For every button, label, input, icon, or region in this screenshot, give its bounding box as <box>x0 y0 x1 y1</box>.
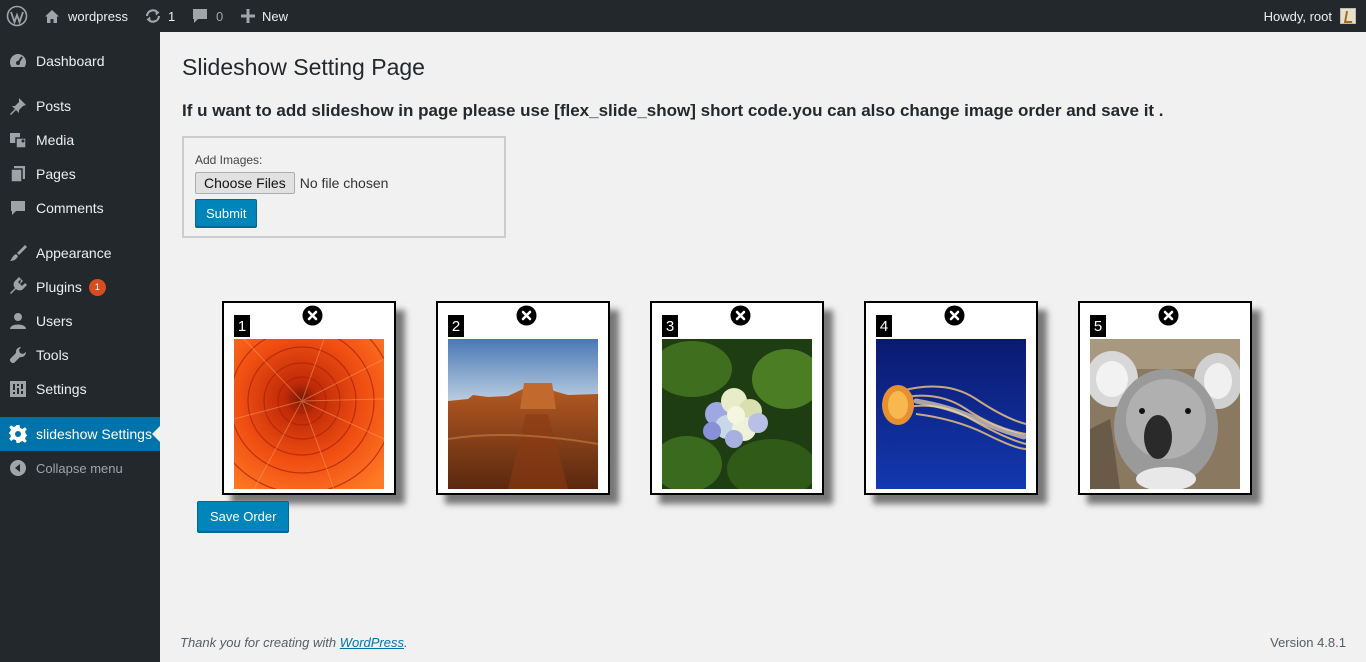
slide-number: 2 <box>448 315 464 337</box>
save-order-button[interactable]: Save Order <box>197 501 290 532</box>
submit-button[interactable]: Submit <box>195 199 258 227</box>
new-content-link[interactable]: New <box>241 0 288 32</box>
pages-icon <box>0 164 36 184</box>
delete-slide-icon[interactable] <box>302 305 323 326</box>
avatar <box>1340 8 1356 24</box>
dashboard-icon <box>0 51 36 71</box>
sidebar-item-label: Appearance <box>36 245 112 261</box>
plus-icon <box>241 9 255 23</box>
sidebar-item-label: Dashboard <box>36 53 105 69</box>
collapse-menu-button[interactable]: Collapse menu <box>0 451 160 485</box>
updates-link[interactable]: 1 <box>144 0 175 32</box>
delete-slide-icon[interactable] <box>516 305 537 326</box>
slide-item[interactable]: 2 <box>436 301 610 495</box>
wordpress-link[interactable]: WordPress <box>340 635 404 650</box>
gear-icon <box>0 424 36 444</box>
main-content: Slideshow Setting Page If u want to add … <box>160 32 1366 662</box>
admin-bar: wordpress 1 0 New Howdy, root <box>0 0 1366 32</box>
sidebar-item-pages[interactable]: Pages <box>0 157 160 191</box>
site-name-label: wordpress <box>68 8 128 24</box>
slide-number: 5 <box>1090 315 1106 337</box>
slide-image-jellyfish <box>876 339 1026 489</box>
no-file-chosen-label: No file chosen <box>299 175 389 191</box>
slide-number: 1 <box>234 315 250 337</box>
slide-item[interactable]: 4 <box>864 301 1038 495</box>
sidebar-item-posts[interactable]: Posts <box>0 89 160 123</box>
slide-item[interactable]: 3 <box>650 301 824 495</box>
slide-image-chrysanthemum <box>234 339 384 489</box>
sidebar-item-label: Pages <box>36 166 76 182</box>
plugin-icon <box>0 277 36 297</box>
new-label: New <box>262 8 289 24</box>
delete-slide-icon[interactable] <box>1158 305 1179 326</box>
plugins-update-badge: 1 <box>88 278 106 296</box>
comments-link[interactable]: 0 <box>192 0 223 32</box>
sidebar-item-users[interactable]: Users <box>0 304 160 338</box>
media-icon <box>0 130 36 150</box>
slide-item[interactable]: 5 <box>1078 301 1252 495</box>
sidebar-item-label: Collapse menu <box>36 460 123 476</box>
my-account-link[interactable]: Howdy, root <box>1264 0 1356 32</box>
sidebar-item-settings[interactable]: Settings <box>0 372 160 406</box>
version-label: Version 4.8.1 <box>1270 635 1346 650</box>
footer-thank-you: Thank you for creating with <box>180 635 340 650</box>
sidebar-item-label: slideshow Settings <box>36 426 152 442</box>
delete-slide-icon[interactable] <box>730 305 751 326</box>
slide-image-desert <box>448 339 598 489</box>
sidebar-item-label: Users <box>36 313 73 329</box>
updates-count: 1 <box>168 8 176 24</box>
collapse-arrow-icon <box>0 459 36 477</box>
upload-form: Add Images: Choose Files No file chosen … <box>182 136 506 238</box>
sidebar-item-comments[interactable]: Comments <box>0 191 160 225</box>
sidebar-item-label: Comments <box>36 200 104 216</box>
sidebar-item-tools[interactable]: Tools <box>0 338 160 372</box>
slide-image-koala <box>1090 339 1240 489</box>
footer-period: . <box>404 635 408 650</box>
howdy-label: Howdy, root <box>1263 8 1332 24</box>
choose-files-button[interactable]: Choose Files <box>195 172 295 194</box>
comments-count: 0 <box>216 8 224 24</box>
slide-number: 4 <box>876 315 892 337</box>
sidebar-item-label: Tools <box>36 347 69 363</box>
delete-slide-icon[interactable] <box>944 305 965 326</box>
admin-sidebar: Dashboard Posts Media Pages Comments App… <box>0 32 160 662</box>
settings-sliders-icon <box>0 379 36 399</box>
sidebar-item-appearance[interactable]: Appearance <box>0 236 160 270</box>
sidebar-item-label: Plugins <box>36 279 82 295</box>
home-icon <box>45 9 59 23</box>
updates-icon <box>145 9 161 23</box>
sidebar-item-dashboard[interactable]: Dashboard <box>0 44 160 78</box>
page-title: Slideshow Setting Page <box>182 54 425 80</box>
file-input: Choose Files No file chosen <box>195 172 388 194</box>
pin-icon <box>0 96 36 116</box>
user-icon <box>0 311 36 331</box>
site-name-link[interactable]: wordpress <box>44 0 128 32</box>
sidebar-item-label: Settings <box>36 381 87 397</box>
comment-icon <box>0 198 36 218</box>
sidebar-item-media[interactable]: Media <box>0 123 160 157</box>
slide-number: 3 <box>662 315 678 337</box>
footer-credit: Thank you for creating with WordPress. <box>180 635 408 650</box>
wordpress-logo-icon[interactable] <box>6 0 28 32</box>
slide-image-hydrangea <box>662 339 812 489</box>
brush-icon <box>0 243 36 263</box>
shortcode-instruction: If u want to add slideshow in page pleas… <box>182 101 1164 120</box>
add-images-label: Add Images: <box>195 153 263 167</box>
wrench-icon <box>0 345 36 365</box>
sidebar-item-slideshow-settings[interactable]: slideshow Settings <box>0 417 160 451</box>
slide-item[interactable]: 1 <box>222 301 396 495</box>
comment-bubble-icon <box>193 9 207 23</box>
sidebar-item-label: Media <box>36 132 75 148</box>
sidebar-item-plugins[interactable]: Plugins 1 <box>0 270 160 304</box>
sidebar-item-label: Posts <box>36 98 72 114</box>
